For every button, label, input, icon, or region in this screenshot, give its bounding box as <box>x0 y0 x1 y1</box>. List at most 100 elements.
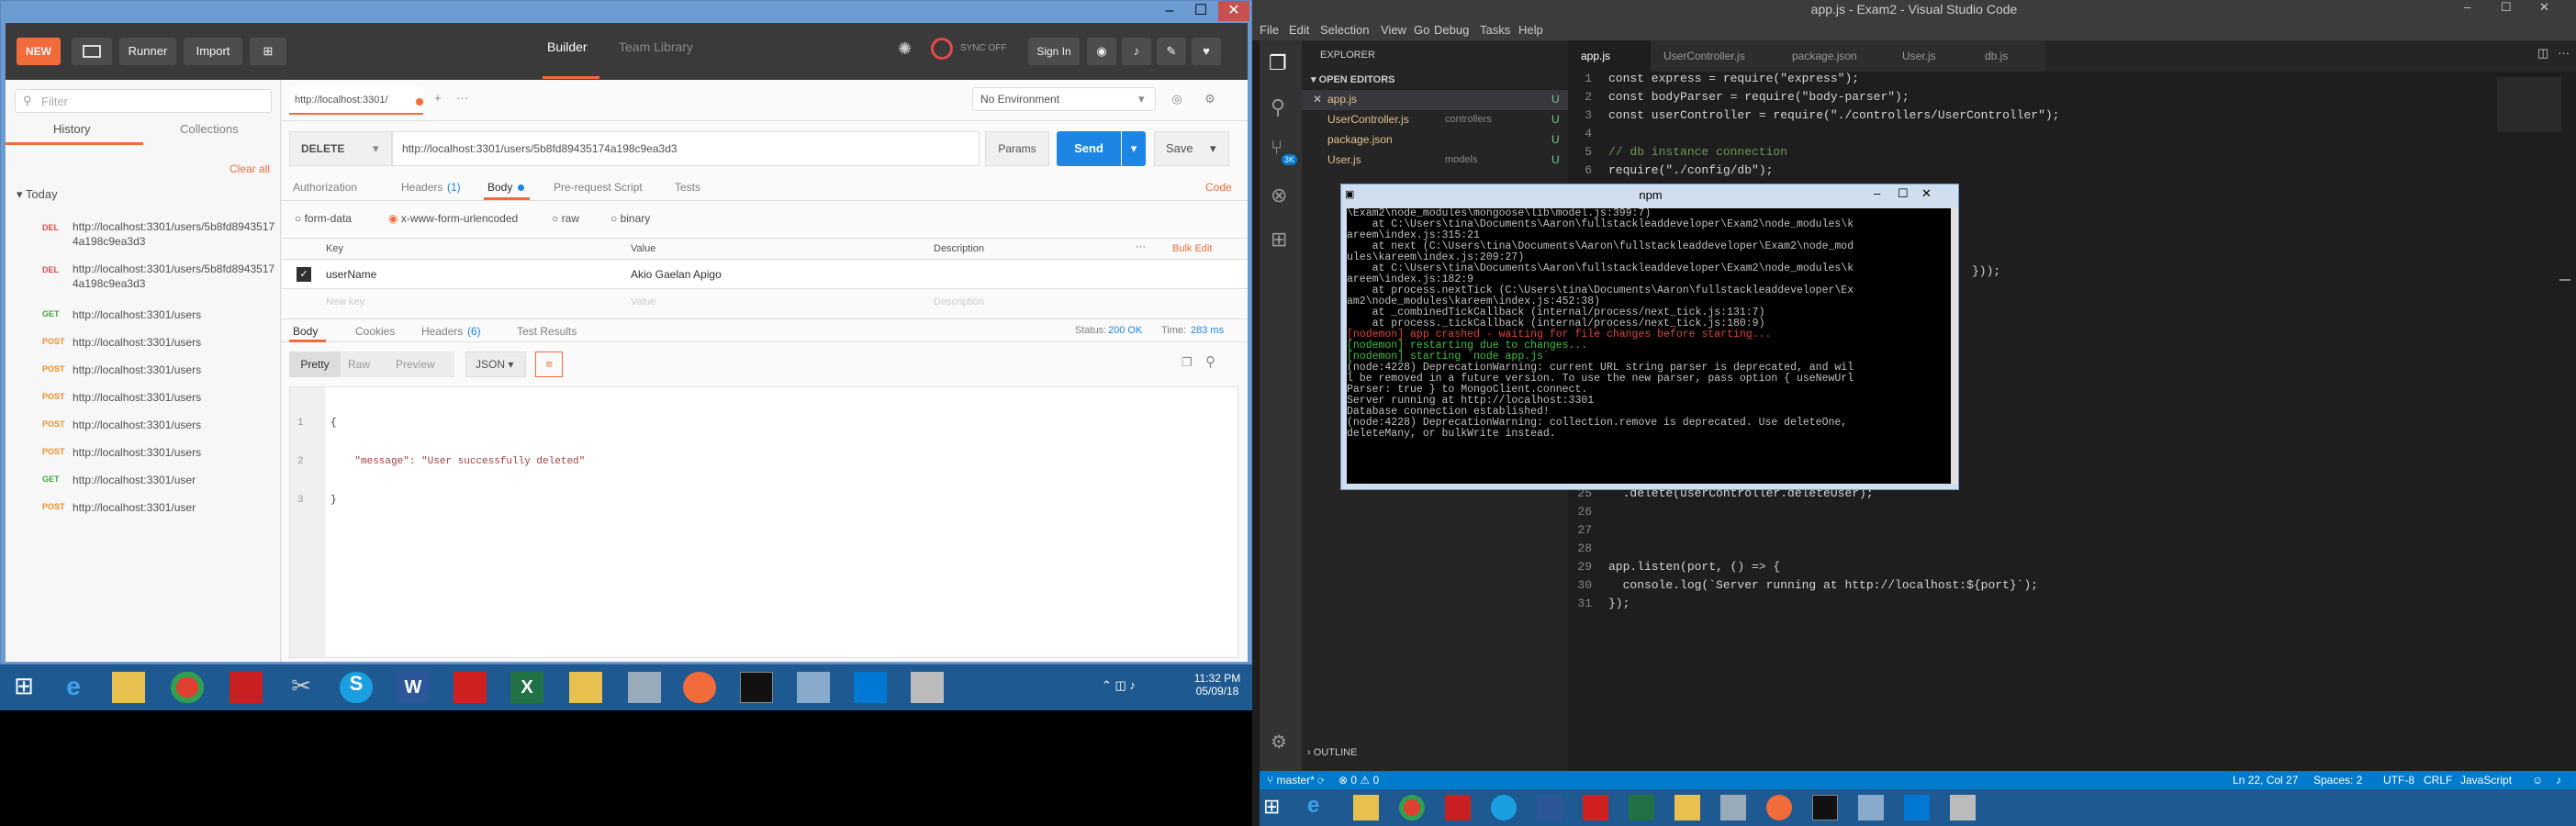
postman-icon[interactable] <box>683 672 716 703</box>
history-item[interactable]: DEL http://localhost:3301/users/5b8fd8943… <box>6 218 281 258</box>
sync-icon[interactable] <box>931 38 953 60</box>
tab-headers[interactable]: Headers <box>401 181 442 194</box>
history-item[interactable]: GET http://localhost:3301/user <box>6 467 281 495</box>
problems-status[interactable]: ⊗ 0 ⚠ 0 <box>1338 774 1379 787</box>
menu-view[interactable]: View <box>1381 23 1406 37</box>
ie-icon[interactable]: e <box>1307 793 1319 819</box>
new-desc-input[interactable]: Description <box>934 296 984 307</box>
wrench-icon[interactable]: ✎ <box>1157 38 1186 65</box>
tasks-icon[interactable] <box>1445 795 1471 820</box>
builder-tab[interactable]: Builder <box>547 39 588 54</box>
request-tab[interactable]: http://localhost:3301/ <box>289 87 423 115</box>
skype-icon[interactable]: S <box>340 672 373 703</box>
history-item[interactable]: POST http://localhost:3301/users <box>6 412 281 440</box>
maximize-button[interactable]: ☐ <box>2501 0 2512 15</box>
preview-tab[interactable]: Preview <box>396 358 435 371</box>
kv-key[interactable]: userName <box>326 268 376 281</box>
code-top[interactable]: 1 const express = require("express"); 2 con… <box>1568 72 2059 182</box>
folder-icon[interactable] <box>1674 795 1700 820</box>
heart-icon[interactable]: ♥ <box>1192 38 1221 65</box>
chrome-icon[interactable] <box>1399 795 1425 820</box>
cursor-position[interactable]: Ln 22, Col 27 <box>2233 774 2298 787</box>
app-icon[interactable] <box>1950 795 1976 820</box>
menu-help[interactable]: Help <box>1518 23 1543 37</box>
search-icon[interactable]: ⚲ <box>1271 95 1285 119</box>
snipping-icon[interactable]: ✂ <box>285 672 318 703</box>
resp-tab-headers[interactable]: Headers <box>421 325 463 338</box>
maximize-button[interactable]: ☐ <box>1185 1 1216 21</box>
history-item[interactable]: POST http://localhost:3301/users <box>6 357 281 385</box>
language-mode[interactable]: JavaScript <box>2460 774 2512 787</box>
tasks-icon[interactable] <box>230 672 263 703</box>
history-item[interactable]: GET http://localhost:3301/users <box>6 302 281 329</box>
word-icon[interactable]: W <box>397 672 430 703</box>
radio-urlencoded[interactable]: ◉ x-www-form-urlencoded <box>388 212 518 225</box>
app-icon[interactable] <box>797 672 830 703</box>
raw-tab[interactable]: Raw <box>348 358 370 371</box>
eol[interactable]: CRLF <box>2424 774 2452 787</box>
clear-all-link[interactable]: Clear all <box>230 162 270 175</box>
wrap-lines-icon[interactable]: ≡ <box>535 352 563 377</box>
send-button[interactable]: Send <box>1057 131 1121 166</box>
indentation[interactable]: Spaces: 2 <box>2313 774 2362 787</box>
menu-edit[interactable]: Edit <box>1289 23 1309 37</box>
extensions-icon[interactable]: ⊞ <box>1271 228 1287 251</box>
runner-button[interactable]: Runner <box>119 38 176 65</box>
import-button[interactable]: Import <box>184 38 242 65</box>
outline-header[interactable]: › OUTLINE <box>1307 747 1357 758</box>
explorer-icon[interactable] <box>112 672 145 703</box>
close-icon[interactable]: ✕ <box>1313 93 1322 106</box>
radio-binary[interactable]: ○ binary <box>610 212 650 225</box>
editor-tab[interactable]: User.js <box>1889 40 1972 72</box>
url-input[interactable]: http://localhost:3301/users/5b8fd8943517… <box>392 131 980 166</box>
radio-raw[interactable]: ○ raw <box>552 212 579 225</box>
pdf-icon[interactable] <box>1583 795 1608 820</box>
history-tab[interactable]: History <box>53 122 90 136</box>
ie-icon[interactable]: e <box>57 672 90 703</box>
radio-form-data[interactable]: ○ form-data <box>295 212 352 225</box>
minimize-button[interactable]: – <box>1154 1 1185 21</box>
open-file-item[interactable]: ✕ app.js U <box>1302 90 1568 110</box>
terminal-icon[interactable] <box>1812 795 1838 820</box>
interceptor-icon[interactable]: ✺ <box>898 39 912 59</box>
more-icon[interactable]: ··· <box>2558 46 2570 60</box>
editor-tab[interactable]: db.js <box>1972 40 2045 72</box>
menu-go[interactable]: Go <box>1414 23 1429 37</box>
gear-icon[interactable]: ⚙ <box>1271 731 1287 753</box>
excel-icon[interactable]: X <box>510 672 543 703</box>
skype-icon[interactable] <box>1491 795 1517 820</box>
explorer-icon[interactable] <box>1353 795 1379 820</box>
team-library-tab[interactable]: Team Library <box>619 39 693 54</box>
files-icon[interactable]: ❐ <box>1269 51 1287 75</box>
bell-icon[interactable]: ♪ <box>1122 38 1151 65</box>
menu-debug[interactable]: Debug <box>1434 23 1469 37</box>
console-scrollbar[interactable] <box>1951 208 1958 484</box>
clock[interactable]: 11:32 PM 05/09/18 <box>1190 672 1245 698</box>
open-file-item[interactable]: package.json U <box>1302 130 1568 151</box>
history-item[interactable]: POST http://localhost:3301/users <box>6 329 281 357</box>
debug-icon[interactable]: ⊗ <box>1271 184 1287 207</box>
app-icon[interactable] <box>1858 795 1884 820</box>
start-icon[interactable]: ⊞ <box>1263 795 1280 819</box>
code-bottom[interactable]: 25 .delete(userController.deleteUser); 26… <box>1568 486 2038 615</box>
tab-pre-request-script[interactable]: Pre-request Script <box>554 181 643 194</box>
editor-tab[interactable]: UserController.js <box>1651 40 1779 72</box>
new-value-input[interactable]: Value <box>631 296 655 307</box>
branch-status[interactable]: ⑂ master* ⟳ <box>1267 774 1324 787</box>
gear-icon[interactable]: ⚙ <box>1196 87 1224 111</box>
tab-tests[interactable]: Tests <box>675 181 700 194</box>
postman-icon[interactable] <box>1766 795 1792 820</box>
method-select[interactable]: DELETE ▾ <box>289 131 392 166</box>
send-options-chevron-icon[interactable]: ▾ <box>1122 131 1146 166</box>
app-icon[interactable] <box>1720 795 1746 820</box>
checkbox-icon[interactable]: ✓ <box>297 267 311 282</box>
bell-icon[interactable]: ♪ <box>2556 774 2561 787</box>
menu-tasks[interactable]: Tasks <box>1480 23 1510 37</box>
history-item[interactable]: POST http://localhost:3301/users <box>6 440 281 467</box>
terminal-icon[interactable] <box>740 672 773 703</box>
open-file-item[interactable]: UserController.js controllers U <box>1302 110 1568 130</box>
toggle-sidebar-button[interactable] <box>72 38 112 65</box>
minimize-button[interactable]: – <box>2464 0 2470 14</box>
save-button[interactable]: Save ▾ <box>1154 131 1229 166</box>
open-editors-header[interactable]: ▾ OPEN EDITORS <box>1311 73 1395 85</box>
